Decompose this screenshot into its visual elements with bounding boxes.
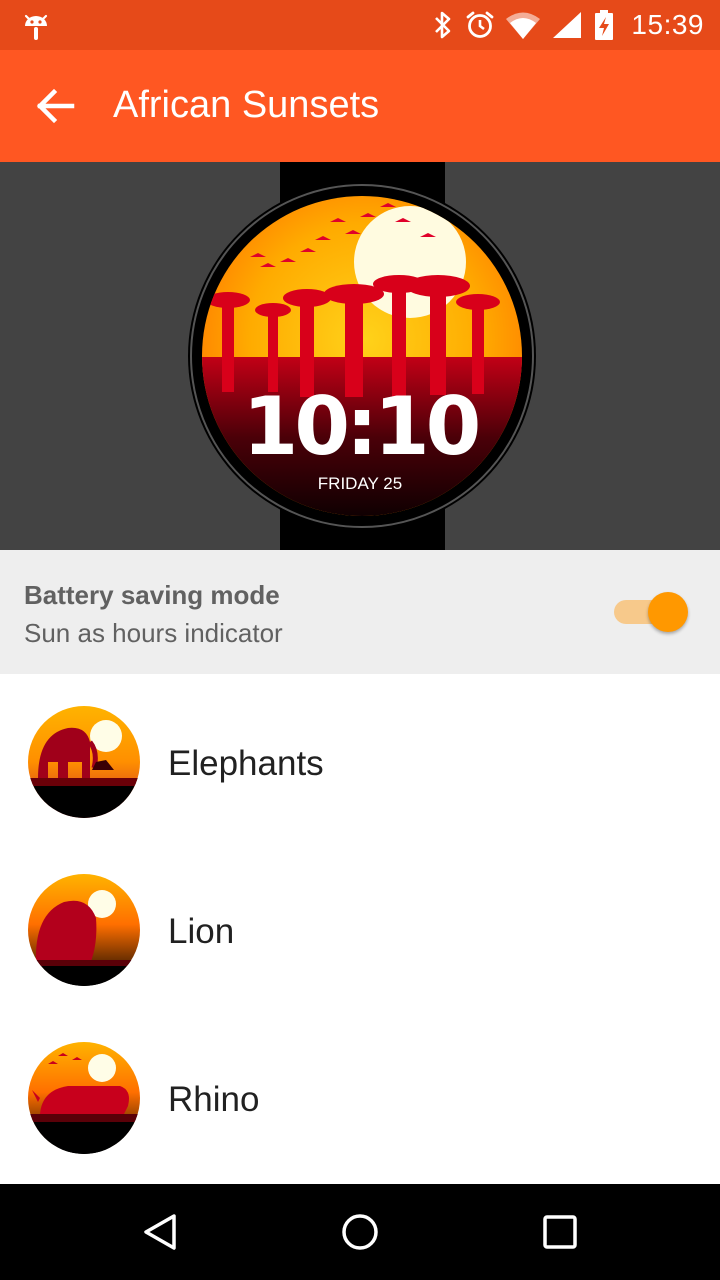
app-bar: African Sunsets [0, 50, 720, 162]
toggle-thumb [648, 592, 688, 632]
bluetooth-icon [435, 11, 451, 39]
android-icon [24, 14, 48, 40]
page-title: African Sunsets [113, 84, 380, 126]
setting-label: Battery saving mode [24, 580, 280, 610]
lion-thumbnail [28, 874, 140, 986]
face-name: Rhino [168, 1080, 260, 1119]
navigation-bar [0, 1184, 720, 1280]
arrow-back-icon[interactable] [30, 82, 82, 130]
status-clock: 15:39 [631, 9, 704, 40]
face-name: Elephants [168, 744, 324, 783]
rhino-thumbnail [28, 1042, 140, 1154]
wifi-icon [506, 12, 541, 39]
battery-saving-setting[interactable]: Battery saving mode Sun as hours indicat… [0, 550, 720, 674]
battery-charging-icon [595, 10, 614, 40]
signal-icon [553, 12, 582, 38]
back-triangle-icon[interactable] [136, 1208, 184, 1256]
battery-saving-toggle[interactable] [612, 590, 692, 634]
list-item-rhino[interactable]: Rhino [0, 1010, 720, 1178]
list-item-elephants[interactable]: Elephants [0, 674, 720, 842]
status-bar: 15:39 [0, 0, 720, 50]
home-circle-icon[interactable] [336, 1208, 384, 1256]
watch-face-list: Elephants Lion Rhino [0, 674, 720, 1178]
watch-date: FRIDAY 25 [317, 474, 403, 493]
recents-square-icon[interactable] [536, 1208, 584, 1256]
watch-preview: 10:10 FRIDAY 25 [0, 162, 720, 550]
setting-sublabel: Sun as hours indicator [24, 618, 283, 648]
alarm-icon [467, 11, 494, 38]
elephants-thumbnail [28, 706, 140, 818]
face-name: Lion [168, 912, 235, 951]
list-item-lion[interactable]: Lion [0, 842, 720, 1010]
watch-time: 10:10 [242, 380, 482, 473]
